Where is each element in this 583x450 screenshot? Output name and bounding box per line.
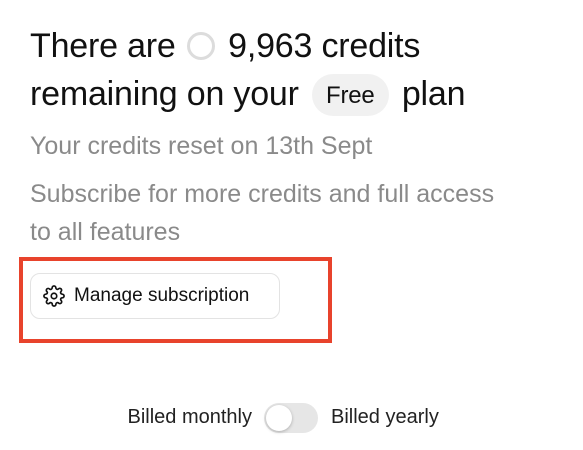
credits-reset-text: Your credits reset on 13th Sept	[30, 132, 373, 160]
gear-icon	[43, 285, 65, 307]
credits-headline: There are 9,963 credits remaining on you…	[30, 22, 575, 118]
credits-count: 9,963	[228, 27, 313, 65]
billing-period-toggle[interactable]	[264, 403, 318, 433]
billed-monthly-label[interactable]: Billed monthly	[127, 406, 252, 429]
billing-toggle-row: Billed monthly Billed yearly	[0, 400, 583, 436]
billed-yearly-label[interactable]: Billed yearly	[331, 406, 439, 429]
plan-badge: Free	[312, 74, 389, 116]
headline-prefix: There are	[30, 27, 176, 65]
loading-ring-icon	[186, 32, 215, 60]
manage-subscription-label: Manage subscription	[74, 285, 250, 306]
headline-suffix: plan	[401, 75, 466, 113]
toggle-knob[interactable]	[266, 405, 292, 431]
manage-subscription-button[interactable]: Manage subscription	[30, 273, 280, 319]
subscribe-text: Subscribe for more credits and full acce…	[30, 180, 495, 246]
